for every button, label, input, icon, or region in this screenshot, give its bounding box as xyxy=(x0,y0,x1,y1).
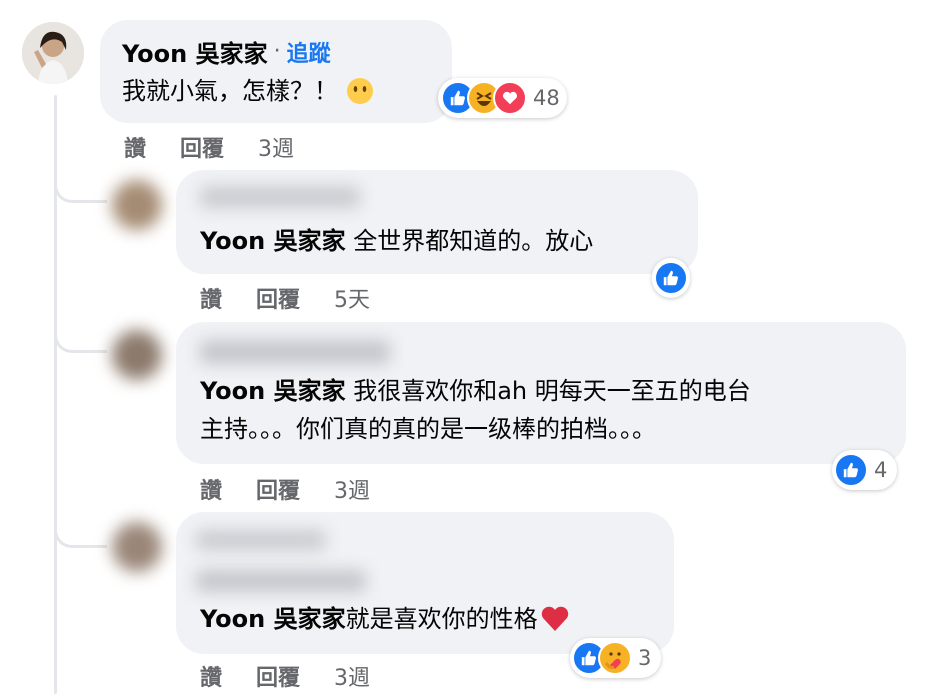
comment-text-row: 我就小氣，怎樣？！ xyxy=(122,74,374,108)
like-reaction-icon xyxy=(654,261,688,295)
reaction-summary[interactable]: 4 xyxy=(832,450,898,490)
mention-link[interactable]: Yoon 吳家家 xyxy=(200,227,346,255)
reply-button[interactable]: 回覆 xyxy=(256,473,300,505)
blurred-author-name xyxy=(200,186,360,208)
reaction-summary[interactable] xyxy=(652,258,690,298)
blurred-author-name xyxy=(196,570,366,592)
thread-connector xyxy=(54,310,107,353)
comment-actions: 讚 回覆 3週 xyxy=(124,131,294,163)
reply-text-row: Yoon 吳家家 就是喜欢你的性格 xyxy=(200,602,570,636)
reply-actions: 讚 回覆 3週 xyxy=(200,473,370,505)
separator-dot: · xyxy=(273,39,281,64)
mention-link[interactable]: Yoon 吳家家 xyxy=(200,377,346,405)
neutral-face-icon xyxy=(346,77,374,105)
reaction-count: 3 xyxy=(638,646,652,670)
thread-connector xyxy=(54,505,107,548)
timestamp[interactable]: 3週 xyxy=(334,660,370,692)
reaction-count: 48 xyxy=(533,86,560,110)
heart-emoji-icon xyxy=(540,605,570,633)
avatar[interactable] xyxy=(112,330,162,380)
timestamp[interactable]: 3週 xyxy=(334,473,370,505)
comment-header: Yoon 吳家家 · 追蹤 xyxy=(122,34,331,69)
avatar[interactable] xyxy=(112,180,162,230)
reply-text: 全世界都知道的。放心 xyxy=(345,227,594,255)
timestamp[interactable]: 5天 xyxy=(334,282,370,314)
reply-button[interactable]: 回覆 xyxy=(180,131,224,163)
avatar[interactable] xyxy=(22,22,84,84)
like-button[interactable]: 讚 xyxy=(200,282,222,314)
love-reaction-icon xyxy=(493,81,527,115)
reaction-summary[interactable]: 48 xyxy=(438,78,567,118)
reaction-summary[interactable]: 3 xyxy=(570,638,662,678)
reply-text-block: Yoon 吳家家 我很喜欢你和ah 明每天一至五的电台 主持。。。你们真的真的是… xyxy=(200,374,751,446)
reply-button[interactable]: 回覆 xyxy=(256,660,300,692)
reply-actions: 讚 回覆 5天 xyxy=(200,282,370,314)
reply-text: 就是喜欢你的性格 xyxy=(345,605,538,633)
mention-link[interactable]: Yoon 吳家家 xyxy=(200,602,346,636)
like-button[interactable]: 讚 xyxy=(200,660,222,692)
reply-text-line: 主持。。。你们真的真的是一级棒的拍档。。。 xyxy=(200,415,656,443)
comment-text: 我就小氣，怎樣？！ xyxy=(122,77,338,105)
reply-actions: 讚 回覆 3週 xyxy=(200,660,370,692)
reply-text-row: Yoon 吳家家 全世界都知道的。放心 xyxy=(200,224,593,258)
avatar[interactable] xyxy=(112,522,162,572)
timestamp[interactable]: 3週 xyxy=(258,131,294,163)
follow-link[interactable]: 追蹤 xyxy=(287,36,331,68)
comment-author[interactable]: Yoon 吳家家 xyxy=(122,34,268,69)
blurred-author-name xyxy=(196,530,326,550)
care-reaction-icon xyxy=(598,641,632,675)
like-button[interactable]: 讚 xyxy=(124,131,146,163)
reply-button[interactable]: 回覆 xyxy=(256,282,300,314)
reaction-count: 4 xyxy=(874,458,888,482)
like-button[interactable]: 讚 xyxy=(200,473,222,505)
blurred-author-name xyxy=(200,340,390,364)
thread-connector xyxy=(54,160,107,203)
reply-text-line: 我很喜欢你和ah 明每天一至五的电台 xyxy=(345,377,751,405)
like-reaction-icon xyxy=(834,453,868,487)
